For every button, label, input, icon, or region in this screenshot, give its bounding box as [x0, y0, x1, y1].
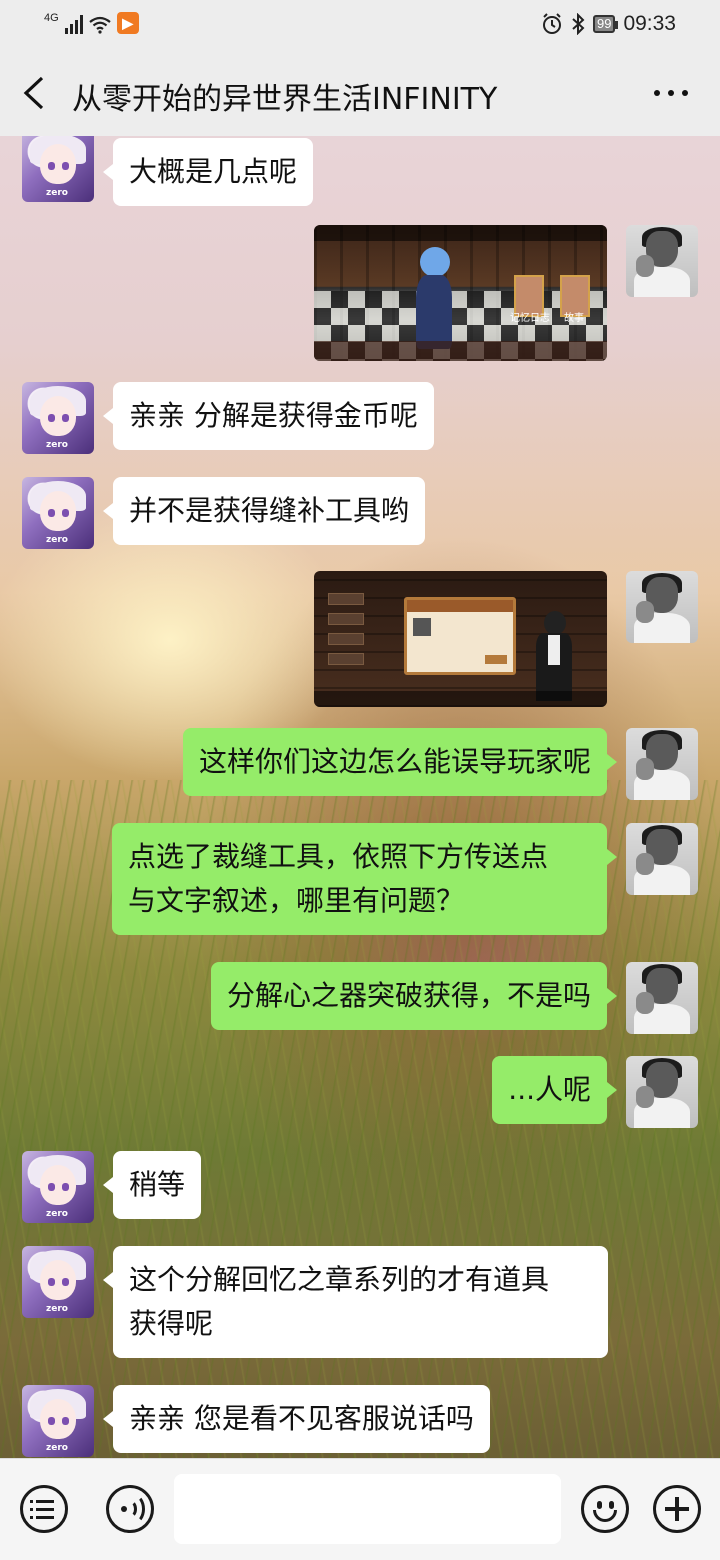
incoming-message-bubble[interactable]: 并不是获得缝补工具哟: [102, 477, 426, 545]
message-line: 获得呢: [129, 1307, 214, 1340]
wifi-icon: [89, 16, 111, 34]
outgoing-message-bubble[interactable]: 分解心之器突破获得，不是吗: [210, 962, 618, 1030]
plus-icon[interactable]: [653, 1485, 701, 1533]
contact-avatar[interactable]: zero: [22, 1151, 94, 1223]
alarm-icon: [542, 13, 561, 34]
incoming-message-bubble[interactable]: 亲亲 分解是获得金币呢: [103, 382, 434, 450]
input-bar: [0, 1458, 720, 1560]
contact-avatar[interactable]: zero: [22, 477, 94, 549]
emoji-icon[interactable]: [581, 1485, 629, 1533]
chat-title: 从零开始的异世界生活INFINITY: [72, 82, 498, 117]
back-arrow-icon[interactable]: [20, 76, 50, 110]
game-screenshot-image[interactable]: [314, 571, 607, 707]
status-left: 4G ▶: [44, 12, 139, 34]
outgoing-message-bubble[interactable]: 点选了裁缝工具，依照下方传送点 与文字叙述，哪里有问题？: [112, 823, 617, 935]
user-avatar[interactable]: [626, 962, 698, 1034]
contact-avatar[interactable]: zero: [22, 136, 94, 202]
signal-icon: [64, 14, 83, 34]
chat-header: 从零开始的异世界生活INFINITY: [0, 50, 720, 136]
contact-avatar[interactable]: zero: [22, 382, 94, 454]
user-avatar[interactable]: [626, 225, 698, 297]
incoming-message-bubble[interactable]: 亲亲 您是看不见客服说话吗: [103, 1385, 490, 1453]
menu-icon[interactable]: [20, 1485, 68, 1533]
user-avatar[interactable]: [626, 571, 698, 643]
user-avatar[interactable]: [626, 1056, 698, 1128]
user-avatar[interactable]: [626, 823, 698, 895]
more-options-icon[interactable]: [654, 90, 688, 96]
message-line: 与文字叙述，哪里有问题？: [128, 884, 465, 917]
image-caption: 故事: [564, 313, 584, 324]
message-input[interactable]: [174, 1474, 561, 1544]
outgoing-message-bubble[interactable]: ...人呢: [492, 1056, 617, 1124]
game-screenshot-image[interactable]: 记忆日志 故事: [314, 225, 607, 361]
voice-icon[interactable]: [106, 1485, 154, 1533]
status-right: 99 09:33: [541, 12, 676, 36]
contact-avatar[interactable]: zero: [22, 1385, 94, 1457]
outgoing-message-bubble[interactable]: 这样你们这边怎么能误导玩家呢: [182, 728, 618, 796]
clock: 09:33: [623, 12, 676, 35]
incoming-message-bubble[interactable]: 稍等: [102, 1151, 202, 1219]
contact-avatar[interactable]: zero: [22, 1246, 94, 1318]
battery-level: 99: [592, 15, 619, 33]
user-avatar[interactable]: [626, 728, 698, 800]
incoming-message-bubble[interactable]: 大概是几点呢: [102, 138, 314, 206]
app-notification-icon: ▶: [116, 12, 139, 34]
message-line: 这个分解回忆之章系列的才有道具: [129, 1263, 550, 1296]
incoming-message-bubble[interactable]: 这个分解回忆之章系列的才有道具 获得呢: [103, 1246, 608, 1358]
status-bar: 4G ▶ 99 09:33: [0, 0, 720, 50]
message-line: 点选了裁缝工具，依照下方传送点: [128, 840, 549, 873]
network-type: 4G: [44, 12, 59, 24]
message-list[interactable]: zero 大概是几点呢 记忆日志 故事 zero 亲亲 分解是获得金币呢 zer…: [0, 136, 720, 1458]
bluetooth-icon: [572, 13, 585, 35]
image-caption: 记忆日志: [510, 313, 550, 324]
